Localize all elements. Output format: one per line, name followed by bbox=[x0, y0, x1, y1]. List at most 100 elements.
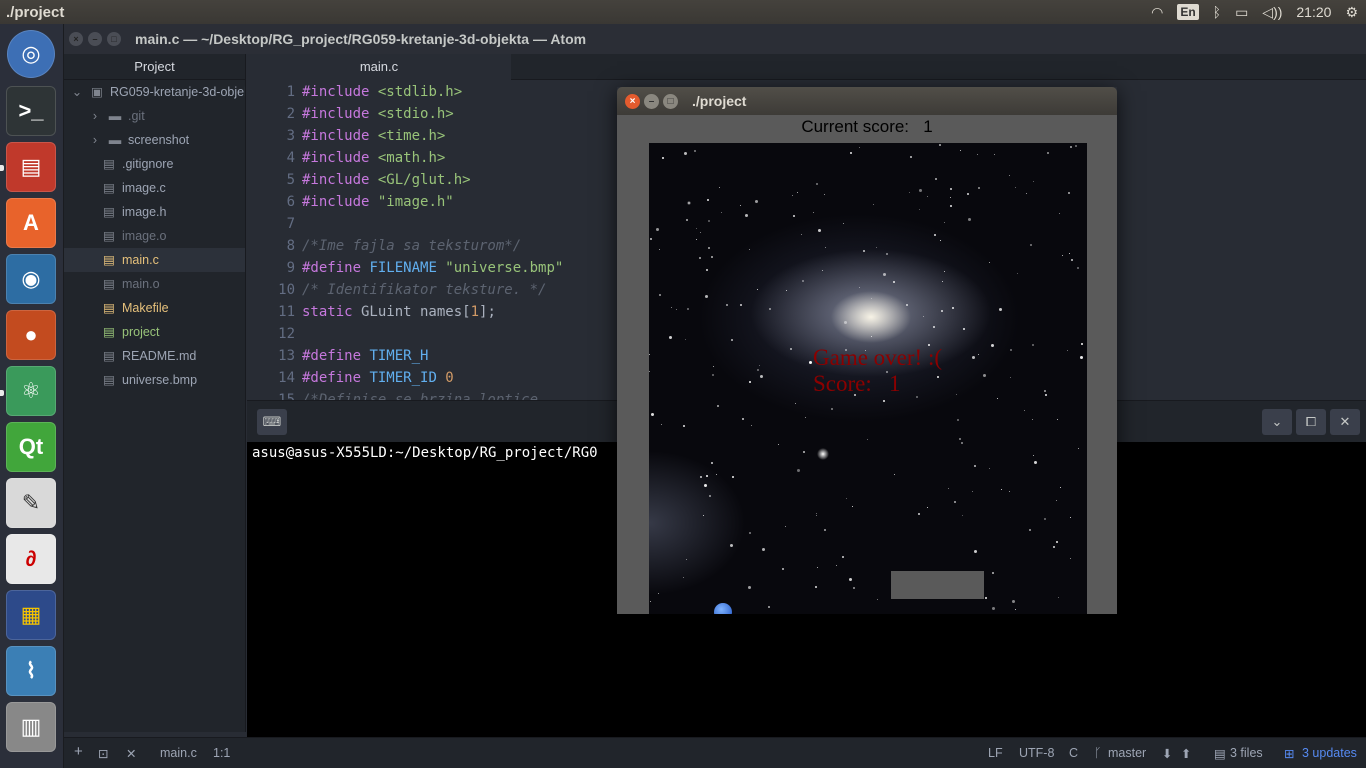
star bbox=[684, 152, 687, 155]
clock[interactable]: 21:20 bbox=[1296, 4, 1331, 20]
repo-icon: ▣ bbox=[91, 85, 103, 99]
software-center-icon[interactable]: A bbox=[6, 198, 56, 248]
status-grammar[interactable]: C bbox=[1069, 746, 1078, 760]
system-monitor-icon[interactable]: ⌇ bbox=[6, 646, 56, 696]
status-files[interactable]: 3 files bbox=[1230, 746, 1263, 760]
star bbox=[940, 240, 941, 241]
terminal-icon[interactable]: ⊡ bbox=[98, 746, 108, 761]
atom-titlebar: × – □ main.c — ~/Desktop/RG_project/RG05… bbox=[64, 24, 1366, 54]
star bbox=[651, 413, 654, 416]
star bbox=[1060, 487, 1061, 488]
trash-icon[interactable]: ▥ bbox=[6, 702, 56, 752]
game-canvas[interactable]: Current score: 1 Game over! :(Score: 1 bbox=[617, 115, 1117, 614]
status-encoding[interactable]: UTF-8 bbox=[1019, 746, 1054, 760]
close-icon[interactable]: × bbox=[625, 93, 640, 109]
tree-item-image-c[interactable]: ▤ image.c bbox=[64, 176, 245, 200]
tree-item-project[interactable]: ▤ project bbox=[64, 320, 245, 344]
settings-gear-icon[interactable]: ⚙ bbox=[1345, 4, 1358, 21]
tree-header[interactable]: Project bbox=[64, 54, 245, 80]
tree-item-image-h[interactable]: ▤ image.h bbox=[64, 200, 245, 224]
star bbox=[749, 249, 750, 250]
star bbox=[696, 239, 697, 240]
firefox-icon[interactable]: ● bbox=[6, 310, 56, 360]
status-line-ending[interactable]: LF bbox=[988, 746, 1003, 760]
star bbox=[658, 593, 659, 594]
atom-icon[interactable]: ⚛ bbox=[6, 366, 56, 416]
tree-item-main-o[interactable]: ▤ main.o bbox=[64, 272, 245, 296]
status-updates[interactable]: 3 updates bbox=[1302, 746, 1357, 760]
keyboard-layout-indicator[interactable]: En bbox=[1177, 4, 1199, 20]
minimize-icon[interactable]: – bbox=[644, 93, 659, 109]
file-icon: ▤ bbox=[103, 253, 115, 267]
tab-bar: main.c bbox=[247, 54, 1366, 80]
keyboard-icon[interactable]: ⌨ bbox=[257, 409, 287, 435]
document-viewer-icon[interactable]: ∂ bbox=[6, 534, 56, 584]
star bbox=[1009, 175, 1010, 176]
tree-item-image-o[interactable]: ▤ image.o bbox=[64, 224, 245, 248]
star bbox=[950, 205, 952, 207]
star bbox=[711, 256, 713, 258]
tab-main-c[interactable]: main.c bbox=[247, 54, 511, 80]
star bbox=[846, 498, 847, 499]
add-terminal-icon[interactable]: + bbox=[74, 743, 83, 760]
status-cursor-position[interactable]: 1:1 bbox=[213, 746, 230, 760]
tree-item-screenshot[interactable]: › ▬ screenshot bbox=[64, 128, 245, 152]
tree-item-readme[interactable]: ▤ README.md bbox=[64, 344, 245, 368]
star bbox=[650, 238, 652, 240]
qt-creator-icon[interactable]: Qt bbox=[6, 422, 56, 472]
tree-item-makefile[interactable]: ▤ Makefile bbox=[64, 296, 245, 320]
minimize-icon[interactable]: – bbox=[88, 32, 102, 46]
close-icon[interactable]: ✕ bbox=[1330, 409, 1360, 435]
virtualbox-icon[interactable]: ▦ bbox=[6, 590, 56, 640]
star bbox=[954, 501, 956, 503]
chevron-down-icon[interactable]: ⌄ bbox=[1262, 409, 1292, 435]
push-icon[interactable]: ⬆ bbox=[1181, 746, 1191, 761]
maximize-icon[interactable]: □ bbox=[663, 93, 678, 109]
star bbox=[712, 374, 714, 376]
battery-icon[interactable]: ▭ bbox=[1235, 4, 1248, 21]
terminal-icon[interactable]: >_ bbox=[6, 86, 56, 136]
star bbox=[876, 247, 877, 248]
star bbox=[1070, 558, 1071, 559]
star bbox=[802, 280, 804, 282]
status-file-name[interactable]: main.c bbox=[160, 746, 197, 760]
folder-icon: ▬ bbox=[108, 133, 122, 147]
star bbox=[1077, 267, 1079, 269]
fetch-icon[interactable]: ⬇ bbox=[1162, 746, 1172, 761]
text-editor-icon[interactable]: ✎ bbox=[6, 478, 56, 528]
tree-item-git[interactable]: › ▬ .git bbox=[64, 104, 245, 128]
star bbox=[1015, 187, 1016, 188]
paddle bbox=[891, 571, 984, 599]
tree-item-main-c[interactable]: ▤ main.c bbox=[64, 248, 245, 272]
star bbox=[740, 205, 741, 206]
game-window: × – □ ./project Current score: 1 Game ov… bbox=[617, 87, 1117, 614]
star bbox=[968, 218, 971, 221]
tree-root[interactable]: ⌄ ▣ RG059-kretanje-3d-objekt bbox=[64, 80, 245, 104]
tree-item-gitignore[interactable]: ▤ .gitignore bbox=[64, 152, 245, 176]
ubuntu-dash-icon[interactable]: ◎ bbox=[7, 30, 55, 78]
active-window-title: ./project bbox=[6, 3, 65, 21]
star bbox=[844, 321, 847, 324]
close-icon[interactable]: ✕ bbox=[126, 746, 136, 761]
star bbox=[852, 506, 853, 507]
star bbox=[883, 273, 886, 276]
star bbox=[706, 269, 708, 271]
star bbox=[1070, 146, 1072, 148]
star bbox=[1010, 349, 1012, 351]
star bbox=[768, 606, 770, 608]
game-over-line: Game over! :( bbox=[813, 345, 942, 370]
file-manager-icon[interactable]: ▤ bbox=[6, 142, 56, 192]
star bbox=[942, 281, 943, 282]
status-branch[interactable]: master bbox=[1108, 746, 1146, 760]
file-icon: ▤ bbox=[103, 205, 115, 219]
tree-item-universe-bmp[interactable]: ▤ universe.bmp bbox=[64, 368, 245, 392]
wifi-icon[interactable]: ◠ bbox=[1151, 4, 1163, 21]
chromium-icon[interactable]: ◉ bbox=[6, 254, 56, 304]
star bbox=[1001, 489, 1002, 490]
maximize-icon[interactable]: □ bbox=[107, 32, 121, 46]
volume-icon[interactable]: ◁)) bbox=[1262, 4, 1282, 21]
bluetooth-icon[interactable]: ᛒ bbox=[1213, 4, 1221, 20]
star bbox=[1068, 192, 1070, 194]
maximize-panel-icon[interactable]: ⧠ bbox=[1296, 409, 1326, 435]
close-icon[interactable]: × bbox=[69, 32, 83, 46]
